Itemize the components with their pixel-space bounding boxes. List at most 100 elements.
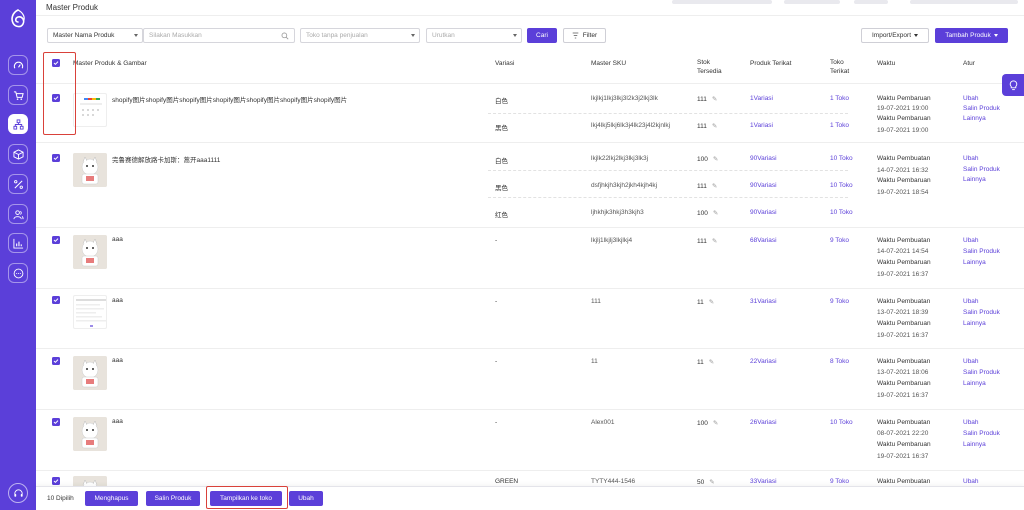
pencil-icon[interactable]: ✎: [709, 358, 714, 366]
edit-button[interactable]: Ubah: [289, 491, 323, 506]
edit-link[interactable]: Ubah: [963, 237, 979, 244]
sidebar-item-orders[interactable]: [8, 85, 28, 105]
stock-value: 50: [697, 479, 705, 486]
product-thumbnail: [73, 356, 107, 390]
linked-products-link[interactable]: 33Variasi: [750, 478, 777, 485]
created-time: 08-07-2021 22:20: [877, 430, 929, 437]
updated-time: 19-07-2021 18:54: [877, 189, 929, 196]
app-logo-icon[interactable]: [7, 8, 29, 30]
pencil-icon[interactable]: ✎: [713, 155, 718, 163]
edit-link[interactable]: Ubah: [963, 298, 979, 305]
linked-products-link[interactable]: 90Variasi: [750, 209, 777, 216]
checkbox-highlight-box: [43, 52, 76, 135]
pencil-icon[interactable]: ✎: [709, 478, 714, 486]
filter-button[interactable]: Filter: [563, 28, 606, 43]
linked-stores-link[interactable]: 10 Toko: [830, 419, 853, 426]
top-bar-placeholder: [784, 0, 840, 4]
created-time: 13-07-2021 18:06: [877, 369, 929, 376]
linked-stores-link[interactable]: 8 Toko: [830, 358, 849, 365]
linked-products-link[interactable]: 26Variasi: [750, 419, 777, 426]
sidebar-item-reports[interactable]: [8, 233, 28, 253]
stock-cell: 50 ✎: [697, 478, 715, 486]
sidebar-item-promotions[interactable]: [8, 174, 28, 194]
linked-products-link[interactable]: 90Variasi: [750, 182, 777, 189]
support-button[interactable]: [8, 483, 28, 503]
more-link[interactable]: Lainnya: [963, 176, 986, 183]
filter-button-label: Filter: [582, 32, 598, 39]
search-button[interactable]: Cari: [527, 28, 557, 43]
linked-stores-link[interactable]: 1 Toko: [830, 95, 849, 102]
pencil-icon[interactable]: ✎: [712, 237, 717, 245]
search-type-select[interactable]: Master Nama Produk: [47, 28, 143, 43]
copy-product-link[interactable]: Salin Produk: [963, 248, 1000, 255]
linked-products-link[interactable]: 1Variasi: [750, 95, 773, 102]
stock-cell: 111 ✎: [697, 182, 717, 190]
row-checkbox[interactable]: [52, 154, 60, 162]
store-filter-select[interactable]: Toko tanpa penjualan: [300, 28, 420, 43]
linked-stores-link[interactable]: 1 Toko: [830, 122, 849, 129]
pencil-icon[interactable]: ✎: [712, 182, 717, 190]
pencil-icon[interactable]: ✎: [709, 298, 714, 306]
bulk-action-bar: 10 Dipilih Menghapus Salin Produk Tampil…: [36, 486, 1024, 510]
import-export-button[interactable]: Import/Export: [861, 28, 929, 43]
linked-stores-link[interactable]: 10 Toko: [830, 182, 853, 189]
delete-button[interactable]: Menghapus: [85, 491, 138, 506]
sku-value: lkjlkj1lkj3lkj3l2k3j2lkj3lk: [591, 95, 658, 102]
edit-link[interactable]: Ubah: [963, 419, 979, 426]
linked-stores-link[interactable]: 10 Toko: [830, 209, 853, 216]
edit-link[interactable]: Ubah: [963, 358, 979, 365]
linked-products-link[interactable]: 68Variasi: [750, 237, 777, 244]
linked-stores-link[interactable]: 10 Toko: [830, 155, 853, 162]
linked-stores-link[interactable]: 9 Toko: [830, 237, 849, 244]
sidebar-item-inventory[interactable]: [8, 144, 28, 164]
more-link[interactable]: Lainnya: [963, 115, 986, 122]
copy-product-link[interactable]: Salin Produk: [963, 309, 1000, 316]
copy-product-link[interactable]: Salin Produk: [963, 430, 1000, 437]
updated-label: Waktu Pembaruan: [877, 441, 931, 448]
row-checkbox[interactable]: [52, 357, 60, 365]
product-thumbnail: [73, 235, 107, 269]
linked-stores-link[interactable]: 9 Toko: [830, 478, 849, 485]
tips-button[interactable]: [1002, 74, 1024, 96]
pencil-icon[interactable]: ✎: [713, 419, 718, 427]
copy-product-button[interactable]: Salin Produk: [146, 491, 200, 506]
linked-products-link[interactable]: 22Variasi: [750, 358, 777, 365]
pencil-icon[interactable]: ✎: [713, 209, 718, 217]
more-link[interactable]: Lainnya: [963, 320, 986, 327]
search-input[interactable]: Silakan Masukkan: [143, 28, 295, 43]
edit-link[interactable]: Ubah: [963, 155, 979, 162]
add-product-button[interactable]: Tambah Produk: [935, 28, 1008, 43]
row-checkbox[interactable]: [52, 296, 60, 304]
cart-icon: [13, 90, 24, 100]
more-link[interactable]: Lainnya: [963, 441, 986, 448]
linked-products-link[interactable]: 90Variasi: [750, 155, 777, 162]
pencil-icon[interactable]: ✎: [712, 95, 717, 103]
product-name: aaa: [112, 418, 123, 425]
store-filter-placeholder: Toko tanpa penjualan: [306, 32, 368, 39]
pencil-icon[interactable]: ✎: [712, 122, 717, 130]
created-label: Waktu Pembuatan: [877, 358, 931, 365]
row-checkbox[interactable]: [52, 418, 60, 426]
sidebar-item-dashboard[interactable]: [8, 55, 28, 75]
row-checkbox[interactable]: [52, 477, 60, 485]
edit-link[interactable]: Ubah: [963, 95, 979, 102]
sidebar-item-products[interactable]: [8, 114, 28, 134]
google-screenshot-image: [80, 98, 102, 116]
variant-divider: [488, 170, 848, 171]
linked-products-link[interactable]: 1Variasi: [750, 122, 773, 129]
variant-divider: [488, 197, 848, 198]
copy-product-link[interactable]: Salin Produk: [963, 166, 1000, 173]
edit-link[interactable]: Ubah: [963, 478, 979, 485]
variant-name: 白色: [495, 98, 508, 105]
linked-stores-link[interactable]: 9 Toko: [830, 298, 849, 305]
more-link[interactable]: Lainnya: [963, 380, 986, 387]
more-link[interactable]: Lainnya: [963, 259, 986, 266]
sidebar-item-chat[interactable]: [8, 263, 28, 283]
row-checkbox[interactable]: [52, 236, 60, 244]
copy-product-link[interactable]: Salin Produk: [963, 369, 1000, 376]
linked-products-link[interactable]: 31Variasi: [750, 298, 777, 305]
updated-time: 19-07-2021 16:37: [877, 271, 929, 278]
copy-product-link[interactable]: Salin Produk: [963, 105, 1000, 112]
sidebar-item-customers[interactable]: [8, 204, 28, 224]
sort-select[interactable]: Urutkan: [426, 28, 522, 43]
